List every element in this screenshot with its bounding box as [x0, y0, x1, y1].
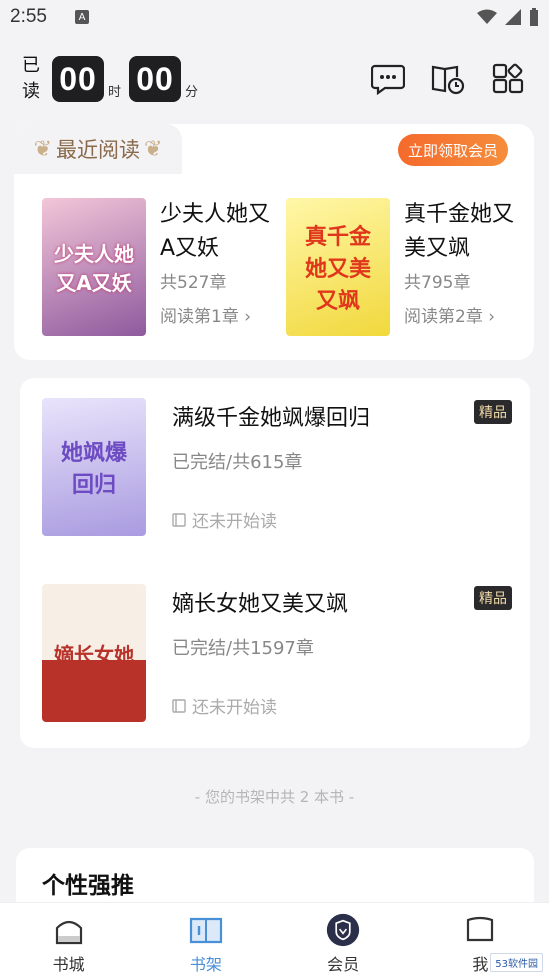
book-cover: 少夫人她又A又妖: [42, 198, 146, 336]
reading-time-header: 已 读 00 时 00 分: [0, 40, 549, 118]
shelf-book-2[interactable]: 嫡长女她 嫡长女她又美又飒 精品 已完结/共1597章 还未开始读: [42, 584, 512, 722]
vip-shield-icon: [326, 913, 360, 947]
shelf-count-text: - 您的书架中共 2 本书 -: [194, 788, 355, 806]
notification-a-icon: A: [74, 10, 89, 24]
book-cover: 真千金她又美又飒: [286, 198, 390, 336]
status-bar: 2:55 A: [0, 0, 549, 34]
hours-unit: 时: [108, 84, 122, 100]
book-status-icon: [172, 698, 186, 713]
status-icons: [477, 8, 539, 26]
laurel-left-icon: ❦: [33, 136, 52, 162]
tab-label: 会员: [327, 955, 360, 974]
reading-progress[interactable]: 阅读第1章 ›: [160, 302, 270, 327]
read-status: 还未开始读: [172, 507, 277, 532]
hours-counter: 00: [52, 56, 104, 102]
bookshelf-card: 她飒爆回归 满级千金她飒爆回归 精品 已完结/共615章 还未开始读 嫡长女她 …: [20, 378, 530, 748]
read-label: 已 读: [22, 55, 40, 102]
tab-label: 书城: [52, 955, 85, 974]
book-title: 嫡长女她又美又飒: [172, 592, 349, 617]
book-title: 真千金她又美又飒: [404, 202, 515, 261]
shelf-book-1[interactable]: 她飒爆回归 满级千金她飒爆回归 精品 已完结/共615章 还未开始读: [42, 398, 512, 536]
status-time: 2:55: [10, 6, 47, 27]
wifi-icon: [477, 9, 497, 24]
chat-bubble-icon[interactable]: [371, 62, 405, 96]
premium-badge: 精品: [474, 586, 512, 610]
bottom-tab-bar: 书城 书架 会员 我: [0, 902, 549, 980]
tab-label: 书架: [189, 955, 222, 974]
minutes-counter: 00: [129, 56, 182, 102]
profile-icon: [463, 913, 497, 947]
book-meta: 已完结/共615章: [172, 452, 303, 473]
tab-vip[interactable]: 会员: [275, 903, 412, 980]
tab-bookstore[interactable]: 书城: [0, 903, 137, 980]
premium-badge: 精品: [474, 400, 512, 424]
bookshelf-icon: [189, 913, 223, 947]
book-title: 少夫人她又A又妖: [160, 202, 271, 261]
chapter-count: 共795章: [404, 273, 471, 293]
book-title: 满级千金她飒爆回归: [172, 406, 371, 431]
book-meta: 已完结/共1597章: [172, 638, 314, 659]
signal-icon: [505, 9, 521, 25]
tab-bookshelf[interactable]: 书架: [137, 903, 274, 980]
read-status: 还未开始读: [172, 693, 277, 718]
minutes-unit: 分: [185, 84, 199, 100]
book-status-icon: [172, 512, 186, 527]
reading-history-icon[interactable]: [431, 62, 465, 96]
watermark: 53软件园: [490, 953, 543, 972]
claim-vip-button[interactable]: 立即领取会员: [398, 134, 508, 166]
recent-reading-tab: ❦ 最近阅读 ❦: [14, 124, 182, 174]
recent-book-1[interactable]: 少夫人她又A又妖 少夫人她又A又妖 共527章 阅读第1章 ›: [42, 198, 270, 336]
laurel-right-icon: ❦: [144, 136, 163, 162]
bookstore-icon: [52, 913, 86, 947]
chapter-count: 共527章: [160, 273, 227, 293]
recommend-title: 个性强推: [42, 873, 134, 899]
book-cover: 嫡长女她: [42, 584, 146, 722]
recent-book-2[interactable]: 真千金她又美又飒 真千金她又美又飒 共795章 阅读第2章 ›: [286, 198, 514, 336]
category-grid-icon[interactable]: [491, 62, 525, 96]
reading-progress[interactable]: 阅读第2章 ›: [404, 302, 514, 327]
book-cover: 她飒爆回归: [42, 398, 146, 536]
tab-label: 我: [472, 955, 489, 974]
battery-icon: [530, 8, 538, 26]
